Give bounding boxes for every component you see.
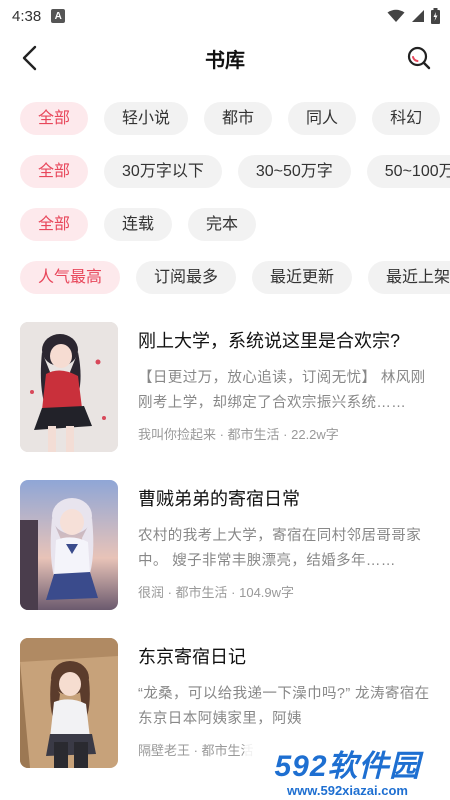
book-list: 刚上大学，系统说这里是合欢宗? 【日更过万，放心追读，订阅无忧】 林风刚刚考上学… xyxy=(0,322,450,796)
chip-status-serializing[interactable]: 连载 xyxy=(104,208,173,241)
watermark-text: 592软件园 xyxy=(274,749,421,783)
chip-words-all[interactable]: 全部 xyxy=(20,155,89,188)
book-description: 农村的我考上大学，寄宿在同村邻居哥哥家中。 嫂子非常丰腴漂亮，结婚多年…… xyxy=(138,528,422,569)
category-filter-row: 全部 轻小说 都市 同人 科幻 游戏 xyxy=(0,102,450,135)
search-icon xyxy=(407,46,431,70)
chip-words-under-300k[interactable]: 30万字以下 xyxy=(104,155,222,188)
book-cover xyxy=(20,322,118,452)
search-button[interactable] xyxy=(404,43,434,73)
sort-filter-row: 人气最高 订阅最多 最近更新 最近上架 xyxy=(0,261,450,294)
chip-category-urban[interactable]: 都市 xyxy=(204,102,273,135)
wifi-icon xyxy=(387,9,405,22)
chip-words-300k-500k[interactable]: 30~50万字 xyxy=(237,155,351,188)
book-meta: 很润 · 都市生活 · 104.9w字 xyxy=(138,585,295,600)
status-bar: 4:38 A xyxy=(0,0,450,32)
chip-sort-recently-updated[interactable]: 最近更新 xyxy=(252,261,353,294)
word-count-filter-row: 全部 30万字以下 30~50万字 50~100万字 xyxy=(0,155,450,188)
watermark-logo: 592软件园 www.592xiazai.com xyxy=(245,738,450,800)
book-cover xyxy=(20,480,118,610)
chip-sort-most-subscribed[interactable]: 订阅最多 xyxy=(136,261,237,294)
back-button[interactable] xyxy=(14,42,46,74)
filter-area: 全部 轻小说 都市 同人 科幻 游戏 全部 30万字以下 30~50万字 50~… xyxy=(0,84,450,294)
book-item[interactable]: 刚上大学，系统说这里是合欢宗? 【日更过万，放心追读，订阅无忧】 林风刚刚考上学… xyxy=(0,322,450,480)
chip-status-completed[interactable]: 完本 xyxy=(188,208,257,241)
page-title: 书库 xyxy=(205,49,245,72)
signal-icon xyxy=(412,10,424,22)
book-title: 刚上大学，系统说这里是合欢宗? xyxy=(138,331,401,351)
chip-words-500k-1m[interactable]: 50~100万字 xyxy=(366,155,450,188)
chip-category-fanfic[interactable]: 同人 xyxy=(288,102,357,135)
watermark-url: www.592xiazai.com xyxy=(287,782,408,798)
notification-icon: A xyxy=(51,9,66,23)
status-filter-row: 全部 连载 完本 xyxy=(0,208,450,241)
status-icons xyxy=(387,8,440,24)
book-meta: 我叫你捡起来 · 都市生活 · 22.2w字 xyxy=(138,427,339,442)
chip-sort-popular[interactable]: 人气最高 xyxy=(20,261,121,294)
chip-category-all[interactable]: 全部 xyxy=(20,102,89,135)
status-time: 4:38 xyxy=(12,7,42,25)
app-header: 书库 xyxy=(0,32,450,84)
chevron-left-icon xyxy=(22,45,37,71)
book-description: 【日更过万，放心追读，订阅无忧】 林风刚刚考上学，却绑定了合欢宗振兴系统…… xyxy=(138,370,426,411)
chip-sort-recently-added[interactable]: 最近上架 xyxy=(368,261,450,294)
battery-icon xyxy=(431,8,440,24)
book-item[interactable]: 曹贼弟弟的寄宿日常 农村的我考上大学，寄宿在同村邻居哥哥家中。 嫂子非常丰腴漂亮… xyxy=(0,480,450,638)
book-title: 曹贼弟弟的寄宿日常 xyxy=(138,489,300,509)
book-title: 东京寄宿日记 xyxy=(138,647,246,667)
chip-status-all[interactable]: 全部 xyxy=(20,208,89,241)
book-cover xyxy=(20,638,118,768)
chip-category-light-novel[interactable]: 轻小说 xyxy=(104,102,189,135)
book-description: “龙桑，可以给我递一下澡巾吗?” 龙涛寄宿在东京日本阿姨家里，阿姨 xyxy=(138,686,430,727)
chip-category-scifi[interactable]: 科幻 xyxy=(372,102,441,135)
